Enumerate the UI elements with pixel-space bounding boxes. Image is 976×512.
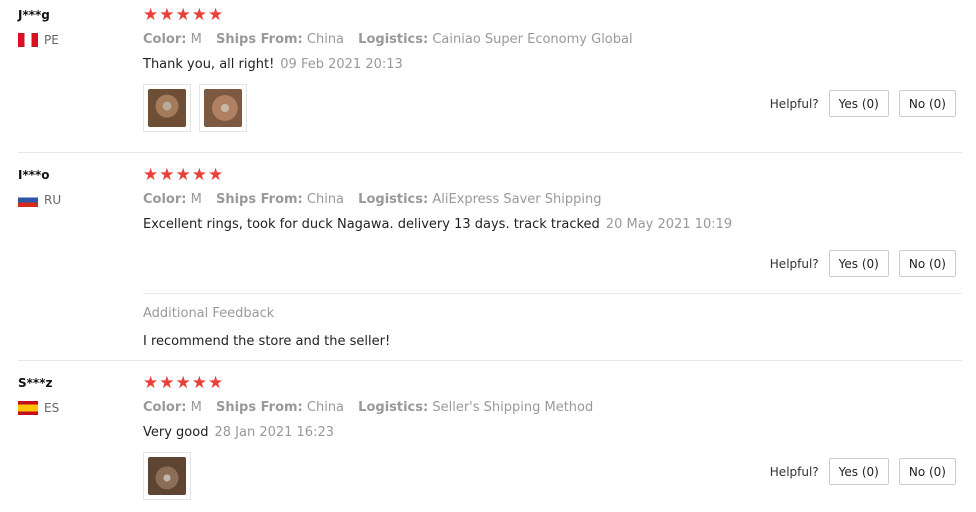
star-icon: ★ <box>143 373 159 393</box>
reviewer-name: I***o <box>18 168 50 182</box>
star-icon: ★ <box>159 165 175 185</box>
review-photo[interactable] <box>199 84 247 132</box>
order-info: Color: M Ships From: China Logistics: Ca… <box>143 32 633 47</box>
ships-from-value: China <box>306 192 345 207</box>
review-divider <box>18 152 962 153</box>
star-icon: ★ <box>159 373 175 393</box>
star-rating: ★ ★ ★ ★ ★ <box>143 7 223 24</box>
review-date: 20 May 2021 10:19 <box>605 217 733 232</box>
color-value: M <box>190 32 202 47</box>
star-icon: ★ <box>208 373 224 393</box>
review-divider <box>18 360 962 361</box>
spain-flag-icon <box>18 401 38 415</box>
star-rating: ★ ★ ★ ★ ★ <box>143 375 223 392</box>
logistics-value: Seller's Shipping Method <box>432 400 594 415</box>
no-button[interactable]: No (0) <box>898 458 956 485</box>
russia-flag-icon <box>18 193 38 207</box>
review-photo[interactable] <box>143 452 191 500</box>
helpful-label: Helpful? <box>769 256 819 271</box>
review-photos <box>143 452 191 500</box>
color-value: M <box>190 192 202 207</box>
yes-button[interactable]: Yes (0) <box>828 90 889 117</box>
helpful-label: Helpful? <box>769 464 819 479</box>
star-icon: ★ <box>191 165 207 185</box>
color-value: M <box>190 400 202 415</box>
reviewer-country: RU <box>18 193 61 207</box>
star-icon: ★ <box>143 165 159 185</box>
ships-from-value: China <box>306 32 345 47</box>
review-date: 28 Jan 2021 16:23 <box>214 425 334 440</box>
star-icon: ★ <box>143 5 159 25</box>
reviewer-name: S***z <box>18 376 53 390</box>
helpful-label: Helpful? <box>769 96 819 111</box>
country-code: ES <box>44 401 60 415</box>
star-rating: ★ ★ ★ ★ ★ <box>143 167 223 184</box>
helpful-voting: Helpful? Yes (0) No (0) <box>770 458 956 485</box>
review-text: Excellent rings, took for duck Nagawa. d… <box>143 217 600 232</box>
star-icon: ★ <box>208 165 224 185</box>
star-icon: ★ <box>191 5 207 25</box>
review-content: Excellent rings, took for duck Nagawa. d… <box>143 217 732 232</box>
reviewer-country: ES <box>18 401 59 415</box>
review-photo[interactable] <box>143 84 191 132</box>
helpful-voting: Helpful? Yes (0) No (0) <box>770 90 956 117</box>
review-photos <box>143 84 247 132</box>
logistics-value: AliExpress Saver Shipping <box>432 192 602 207</box>
logistics-value: Cainiao Super Economy Global <box>432 32 633 47</box>
star-icon: ★ <box>175 5 191 25</box>
peru-flag-icon <box>18 33 38 47</box>
country-code: PE <box>44 33 59 47</box>
additional-feedback-text: I recommend the store and the seller! <box>143 334 391 349</box>
no-button[interactable]: No (0) <box>898 250 956 277</box>
reviewer-name: J***g <box>18 8 50 22</box>
review-content: Very good 28 Jan 2021 16:23 <box>143 425 334 440</box>
star-icon: ★ <box>159 5 175 25</box>
yes-button[interactable]: Yes (0) <box>828 458 889 485</box>
yes-button[interactable]: Yes (0) <box>828 250 889 277</box>
review-text: Thank you, all right! <box>143 57 275 72</box>
review-content: Thank you, all right! 09 Feb 2021 20:13 <box>143 57 403 72</box>
star-icon: ★ <box>175 165 191 185</box>
star-icon: ★ <box>208 5 224 25</box>
reviewer-country: PE <box>18 33 59 47</box>
country-code: RU <box>44 193 62 207</box>
ships-from-value: China <box>306 400 345 415</box>
additional-feedback-title: Additional Feedback <box>143 306 275 321</box>
review-date: 09 Feb 2021 20:13 <box>280 57 403 72</box>
no-button[interactable]: No (0) <box>898 90 956 117</box>
review-text: Very good <box>143 425 209 440</box>
star-icon: ★ <box>175 373 191 393</box>
helpful-voting: Helpful? Yes (0) No (0) <box>770 250 956 277</box>
star-icon: ★ <box>191 373 207 393</box>
order-info: Color: M Ships From: China Logistics: Al… <box>143 192 602 207</box>
feedback-divider <box>143 293 962 294</box>
order-info: Color: M Ships From: China Logistics: Se… <box>143 400 594 415</box>
